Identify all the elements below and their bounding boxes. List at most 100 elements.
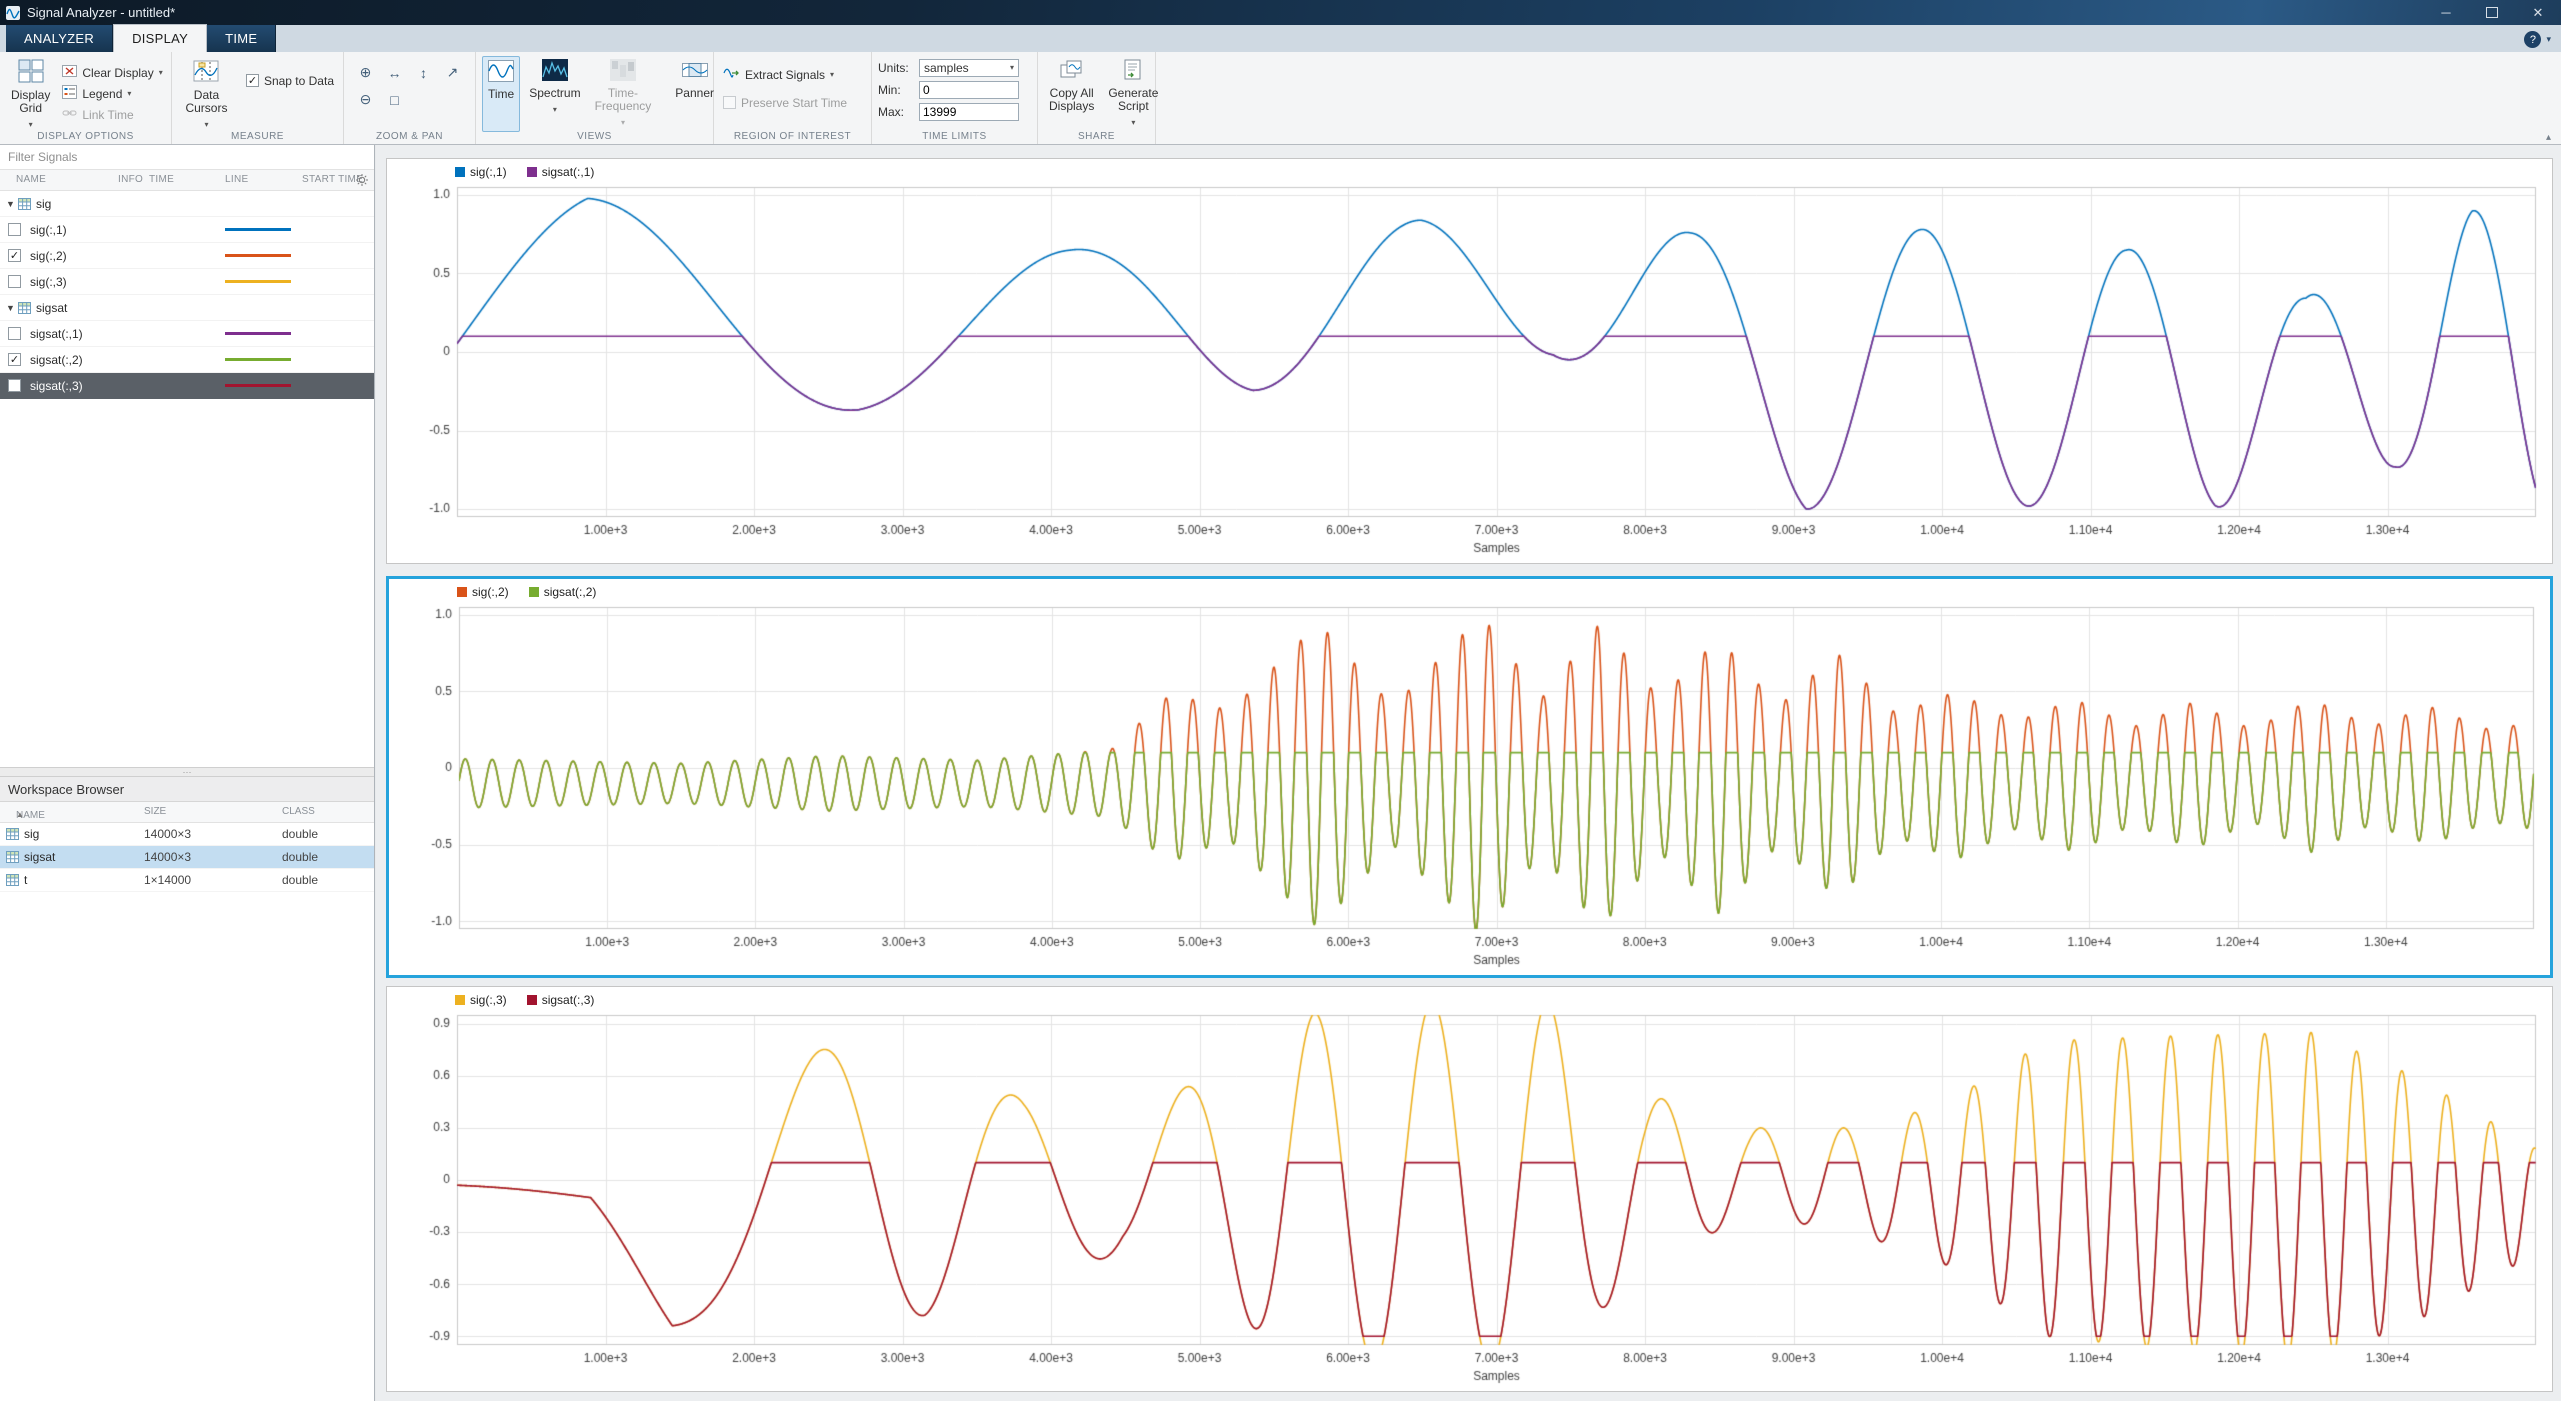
legend-label: sigsat(:,2) (544, 585, 597, 599)
variable-name: sig (24, 827, 39, 841)
collapse-toolstrip-icon[interactable]: ▴ (2546, 132, 2551, 143)
display-panel-3[interactable]: sig(:,3) sigsat(:,3) (386, 986, 2553, 1392)
legend-item[interactable]: sig(:,2) (457, 585, 509, 599)
fit-view-button[interactable]: □ (381, 87, 408, 112)
signal-group-row-sig[interactable]: ▼sig (0, 191, 374, 217)
col-name[interactable]: NAME (16, 174, 46, 185)
zoom-out-button[interactable]: ⊖ (352, 87, 379, 112)
collapse-expander-icon[interactable]: ▼ (6, 303, 16, 313)
col-start-time[interactable]: START TIME (302, 174, 363, 185)
signal-row-sig(:,3)[interactable]: sig(:,3) (0, 269, 374, 295)
section-display-options: Display Grid ▾ Clear Display ▾ (0, 52, 172, 144)
ws-col-size[interactable]: SIZE (144, 806, 166, 817)
legend-item[interactable]: sig(:,3) (455, 993, 507, 1007)
spectrum-view-icon (542, 59, 568, 84)
copy-all-displays-label: Copy All Displays (1049, 87, 1094, 113)
workspace-row-sigsat[interactable]: sigsat14000×3double (0, 846, 374, 869)
extract-signals-button[interactable]: Extract Signals ▾ (720, 64, 865, 85)
line-style-swatch[interactable] (225, 332, 291, 335)
signal-table: ▼sigsig(:,1)sig(:,2)sig(:,3)▼sigsat sigsa… (0, 191, 374, 399)
signal-row-sigsat(:,2)[interactable]: sigsat(:,2) (0, 347, 374, 373)
legend-item[interactable]: sig(:,1) (455, 165, 507, 179)
units-select[interactable]: samples ▾ (919, 59, 1019, 77)
minimize-button[interactable]: ─ (2423, 0, 2469, 25)
zoom-in-button[interactable]: ⊕ (352, 60, 379, 85)
zoom-y-button[interactable]: ↕ (410, 60, 437, 85)
help-button[interactable]: ? (2524, 31, 2541, 48)
spectrum-view-button[interactable]: Spectrum ▾ (524, 56, 585, 132)
data-cursors-icon (193, 59, 219, 86)
filter-signals-input[interactable]: Filter Signals (0, 145, 374, 170)
legend-button[interactable]: Legend ▾ (59, 83, 165, 104)
plot-checkbox[interactable] (8, 223, 21, 236)
legend-item[interactable]: sigsat(:,2) (529, 585, 597, 599)
workspace-row-t[interactable]: t1×14000double (0, 869, 374, 892)
snap-to-data-label: Snap to Data (264, 74, 334, 88)
signal-row-sigsat(:,1)[interactable]: sigsat(:,1) (0, 321, 374, 347)
pan-button[interactable]: ↗ (439, 60, 466, 85)
signal-row-sig(:,2)[interactable]: sig(:,2) (0, 243, 374, 269)
zoom-x-button[interactable]: ↔ (381, 60, 408, 85)
legend-item[interactable]: sigsat(:,1) (527, 165, 595, 179)
display-grid-button[interactable]: Display Grid ▾ (6, 56, 55, 134)
legend-swatch (455, 995, 465, 1005)
section-label-views: VIEWS (476, 131, 713, 142)
plot3-canvas[interactable] (387, 987, 2552, 1391)
plot2-canvas[interactable] (389, 579, 2550, 975)
line-style-swatch[interactable] (225, 254, 291, 257)
col-time[interactable]: TIME (149, 174, 174, 185)
link-time-label: Link Time (82, 108, 133, 122)
maximize-button[interactable] (2469, 0, 2515, 25)
matrix-icon (6, 851, 19, 863)
signal-row-sig(:,1)[interactable]: sig(:,1) (0, 217, 374, 243)
plot-checkbox[interactable] (8, 249, 21, 262)
legend-caret-icon: ▾ (127, 89, 131, 98)
matrix-icon (6, 874, 19, 886)
tab-time[interactable]: TIME (207, 25, 276, 52)
close-button[interactable]: ✕ (2515, 0, 2561, 25)
time-view-button[interactable]: Time (482, 56, 520, 132)
max-input[interactable] (919, 103, 1019, 121)
snap-to-data-checkbox-row[interactable]: Snap to Data (243, 70, 337, 91)
min-input[interactable] (919, 81, 1019, 99)
workspace-row-sig[interactable]: sig14000×3double (0, 823, 374, 846)
extract-signals-label: Extract Signals (745, 68, 825, 82)
ws-col-class[interactable]: CLASS (282, 806, 315, 817)
signal-row-sigsat(:,3)[interactable]: sigsat(:,3) (0, 373, 374, 399)
display-panel-2[interactable]: sig(:,2) sigsat(:,2) (386, 576, 2553, 978)
plot-checkbox[interactable] (8, 353, 21, 366)
line-style-swatch[interactable] (225, 384, 291, 387)
generate-script-button[interactable]: Generate Script ▾ (1103, 56, 1163, 132)
signal-name: sigsat(:,1) (30, 327, 83, 341)
help-caret-icon[interactable]: ▾ (2546, 34, 2551, 45)
copy-all-displays-button[interactable]: Copy All Displays (1044, 56, 1099, 132)
workspace-browser-title: Workspace Browser (0, 777, 374, 802)
tab-display[interactable]: DISPLAY (113, 24, 207, 52)
plot-checkbox[interactable] (8, 275, 21, 288)
panner-button[interactable]: Panner (670, 56, 719, 132)
zoom-in-icon: ⊕ (360, 64, 372, 81)
tab-analyzer[interactable]: ANALYZER (6, 25, 113, 52)
data-cursors-button[interactable]: Data Cursors ▾ (178, 56, 235, 134)
line-style-swatch[interactable] (225, 280, 291, 283)
close-icon: ✕ (2533, 5, 2544, 21)
section-label-zoom-pan: ZOOM & PAN (344, 131, 475, 142)
plot-checkbox[interactable] (8, 379, 21, 392)
time-view-icon (488, 60, 514, 85)
table-settings-gear-icon[interactable] (356, 174, 368, 189)
snap-to-data-checkbox[interactable] (246, 74, 259, 87)
display-panel-1[interactable]: sig(:,1) sigsat(:,1) (386, 158, 2553, 564)
col-line[interactable]: LINE (225, 174, 248, 185)
signal-group-row-sigsat[interactable]: ▼sigsat (0, 295, 374, 321)
link-time-button: Link Time (59, 104, 165, 125)
legend-item[interactable]: sigsat(:,3) (527, 993, 595, 1007)
plot-checkbox[interactable] (8, 327, 21, 340)
panel-splitter[interactable]: ⋯ (0, 767, 374, 777)
collapse-expander-icon[interactable]: ▼ (6, 199, 16, 209)
plot1-canvas[interactable] (387, 159, 2552, 563)
line-style-swatch[interactable] (225, 358, 291, 361)
col-info[interactable]: INFO (118, 174, 143, 185)
clear-display-icon (62, 64, 77, 81)
line-style-swatch[interactable] (225, 228, 291, 231)
clear-display-button[interactable]: Clear Display ▾ (59, 62, 165, 83)
